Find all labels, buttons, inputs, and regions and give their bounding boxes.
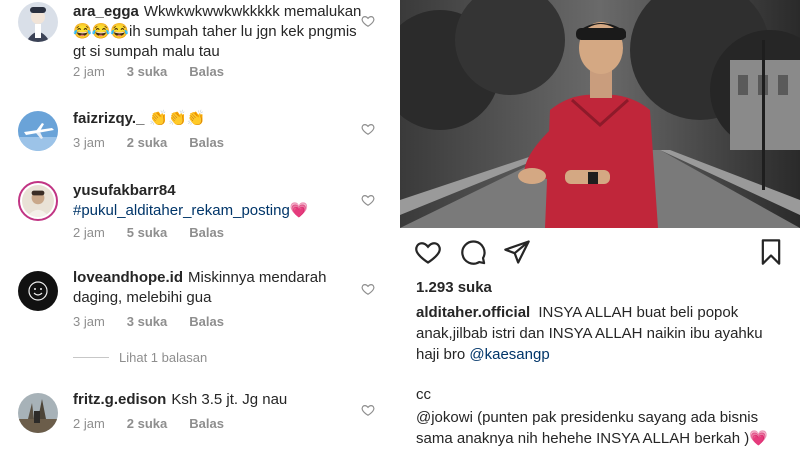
comment-meta: 3 jam 2 suka Balas (73, 135, 246, 150)
post-likes[interactable]: 1.293 suka (416, 279, 492, 296)
reply-button[interactable]: Balas (189, 225, 224, 240)
comment-text: fritz.g.edison Ksh 3.5 jt. Jg nau (73, 390, 363, 410)
reply-button[interactable]: Balas (189, 135, 224, 150)
comment-likes[interactable]: 2 suka (127, 135, 167, 150)
comment-text: ara_egga Wkwkwkwwkwkkkkk memalukan😂😂😂ih s… (73, 2, 363, 62)
comment-meta: 3 jam 3 suka Balas (73, 314, 246, 329)
post-caption-continued: cc @jokowi (punten pak presidenku sayang… (416, 384, 791, 449)
comment-username[interactable]: ara_egga (73, 3, 139, 20)
reply-button[interactable]: Balas (189, 314, 224, 329)
reply-button[interactable]: Balas (189, 64, 224, 79)
comment-meta: 2 jam 2 suka Balas (73, 416, 246, 431)
comment-content: Ksh 3.5 jt. Jg nau (171, 391, 288, 408)
avatar[interactable] (18, 2, 58, 42)
bookmark-icon[interactable] (757, 238, 785, 266)
comment-content: 👏👏👏 (149, 110, 206, 127)
post-panel: 1.293 suka alditaher.official INSYA ALLA… (400, 0, 800, 450)
cc-label: cc (416, 386, 431, 403)
caption-username[interactable]: alditaher.official (416, 304, 530, 321)
comment-text: loveandhope.id Miskinnya mendarah daging,… (73, 268, 363, 308)
divider-line (73, 357, 109, 358)
avatar[interactable] (18, 111, 58, 151)
comment-meta: 2 jam 3 suka Balas (73, 64, 246, 79)
comment-time: 2 jam (73, 64, 105, 79)
comment-time: 3 jam (73, 314, 105, 329)
comment-username[interactable]: loveandhope.id (73, 269, 183, 286)
comment-likes[interactable]: 3 suka (127, 64, 167, 79)
comment-username[interactable]: yusufakbarr84 (73, 181, 358, 201)
comments-panel: ara_egga Wkwkwkwwkwkkkkk memalukan😂😂😂ih s… (0, 0, 400, 450)
reply-button[interactable]: Balas (189, 416, 224, 431)
post-caption: alditaher.official INSYA ALLAH buat beli… (416, 302, 788, 365)
comment-likes[interactable]: 5 suka (127, 225, 167, 240)
heart-icon[interactable] (361, 193, 375, 207)
heart-icon[interactable] (414, 238, 442, 266)
comment-time: 2 jam (73, 225, 105, 240)
comment-likes[interactable]: 2 suka (127, 416, 167, 431)
comment-meta: 2 jam 5 suka Balas (73, 225, 246, 240)
post-actions (400, 238, 800, 268)
comment-username[interactable]: fritz.g.edison (73, 391, 166, 408)
mention-link[interactable]: @jokowi (416, 409, 473, 426)
heart-icon[interactable] (361, 403, 375, 417)
mention-link[interactable]: @kaesangp (469, 346, 549, 363)
view-replies-label: Lihat 1 balasan (119, 350, 208, 365)
post-photo[interactable] (400, 0, 800, 228)
paper-plane-icon[interactable] (503, 238, 531, 266)
heart-icon[interactable] (361, 14, 375, 28)
heart-icon[interactable] (361, 282, 375, 296)
comment-text: faizrizqy._ 👏👏👏 (73, 109, 363, 129)
view-replies-link[interactable]: Lihat 1 balasan (73, 350, 207, 365)
comment-time: 2 jam (73, 416, 105, 431)
hashtag-link[interactable]: #pukul_alditaher_rekam_posting💗 (73, 201, 363, 221)
comment-text: yusufakbarr84 #pukul_alditaher_rekam_pos… (73, 181, 363, 221)
avatar[interactable] (18, 271, 58, 311)
comment-username[interactable]: faizrizqy._ (73, 110, 144, 127)
avatar[interactable] (18, 181, 58, 221)
comment-likes[interactable]: 3 suka (127, 314, 167, 329)
heart-icon[interactable] (361, 122, 375, 136)
avatar[interactable] (18, 393, 58, 433)
comment-time: 3 jam (73, 135, 105, 150)
comment-icon[interactable] (459, 238, 487, 266)
